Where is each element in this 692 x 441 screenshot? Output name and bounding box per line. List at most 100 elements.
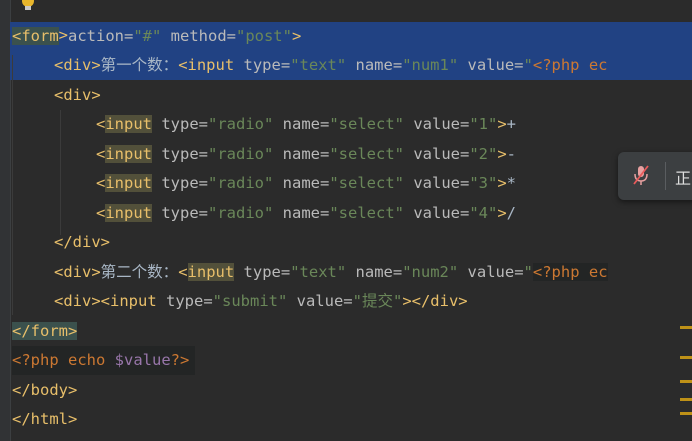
code-line-14[interactable]: </body> [12,376,77,405]
input-tag: input [105,115,153,133]
tag-bracket: < [96,115,106,133]
attr-value-key: value= [404,115,470,133]
input-tag: input [105,145,153,163]
voice-input-toast[interactable]: 正 [618,152,692,200]
code-line-8[interactable]: <input type="radio" name="select" value=… [96,199,516,228]
attr-value: "radio" [208,145,274,163]
code-line-1[interactable]: <body> [12,0,68,44]
attr-value-key: value= [287,292,353,310]
toast-separator [665,162,666,190]
attr-value: "2" [469,145,498,163]
attr-value: "submit" [212,292,288,310]
code-line-12[interactable]: </form> [12,317,78,346]
attr-name: name= [273,174,330,192]
input-tag: <input [178,56,235,74]
attr-type: type= [234,263,291,281]
attr-value: "num1" [402,56,459,74]
code-line-5[interactable]: <input type="radio" name="select" value=… [96,110,516,139]
label-text: 第二个数： [100,263,179,281]
code-line-3[interactable]: <div>第一个数：<input type="text" name="num1"… [54,51,608,80]
attr-value: "#" [133,27,162,45]
attr-value: "text" [290,56,347,74]
attr-value: "1" [469,115,498,133]
tag-bracket: > [497,204,507,222]
tag-bracket: < [96,145,106,163]
microphone-muted-icon[interactable] [632,164,650,186]
operator-text: / [506,204,517,222]
attr-value: "select" [329,115,404,133]
attr-value-key: value= [404,204,470,222]
div-tag: <div> [54,263,101,281]
code-line-2[interactable]: <form action="#" method="post"> [12,22,301,51]
body-close-tag: </body> [12,381,78,399]
indent-guide [60,110,61,235]
error-stripe-mark[interactable] [680,326,692,329]
php-snippet: <?php ec [532,263,608,281]
tag-bracket: > [497,115,507,133]
code-line-6[interactable]: <input type="radio" name="select" value=… [96,140,516,169]
error-stripe-mark[interactable] [680,380,692,383]
code-line-13[interactable]: <?php echo $value?> [12,346,196,375]
attr-value: "select" [329,174,404,192]
attr-name: name= [273,204,330,222]
attr-value: "提交" [352,292,403,310]
code-line-9[interactable]: </div> [54,228,110,257]
attr-value: "post" [235,27,292,45]
attr-name: name= [346,56,403,74]
attr-type: type= [152,204,209,222]
attr-value: "3" [469,174,498,192]
code-line-11[interactable]: <div><input type="submit" value="提交"></d… [54,287,468,316]
attr-value: "text" [290,263,347,281]
attr-value-key: value= [458,263,524,281]
indent-guide [12,55,13,315]
php-echo-keyword: echo [58,351,115,369]
php-close-tag: ?> [170,351,190,369]
code-line-4[interactable]: <div> [54,81,101,110]
attr-value: " [523,56,533,74]
attr-action: action= [58,27,134,45]
code-line-10[interactable]: <div>第二个数：<input type="text" name="num2"… [54,258,608,287]
attr-value: "select" [329,145,404,163]
div-close-tag: </div> [54,233,110,251]
attr-value: "num2" [402,263,459,281]
form-close-tag: </form> [12,322,78,340]
input-tag: input [105,204,153,222]
attr-value: "4" [469,204,498,222]
tag-bracket: < [96,174,106,192]
attr-type: type= [152,115,209,133]
attr-value-key: value= [404,174,470,192]
tag-bracket: ></div> [402,292,468,310]
div-tag: <div> [54,86,101,104]
code-line-15[interactable]: </html> [12,405,77,434]
php-variable: $value [114,351,171,369]
label-text: 第一个数： [100,56,179,74]
code-line-7[interactable]: <input type="radio" name="select" value=… [96,169,516,198]
attr-type: type= [156,292,213,310]
error-stripe-mark[interactable] [680,412,692,415]
form-tag-open: <form [12,27,59,45]
operator-text: + [506,115,517,133]
attr-value: "select" [329,204,404,222]
attr-value: "radio" [208,174,274,192]
toast-label: 正 [675,169,692,188]
php-snippet: <?php ec [532,56,608,74]
attr-value: "radio" [208,204,274,222]
php-open-tag: <?php [12,351,59,369]
operator-text: * [506,174,517,192]
input-tag: input [105,174,153,192]
attr-name: name= [273,115,330,133]
attr-type: type= [152,174,209,192]
attr-value-key: value= [404,145,470,163]
tag-bracket: > [497,145,507,163]
tag-bracket: < [178,263,188,281]
input-tag: input [187,263,235,281]
error-stripe-mark[interactable] [680,398,692,401]
tag-bracket: > [497,174,507,192]
tag-bracket: > [291,27,302,45]
attr-name: name= [273,145,330,163]
attr-value-key: value= [458,56,524,74]
error-stripe-mark[interactable] [680,356,692,359]
div-input-tag: <div><input [54,292,157,310]
attr-name: name= [346,263,403,281]
attr-value: "radio" [208,115,274,133]
